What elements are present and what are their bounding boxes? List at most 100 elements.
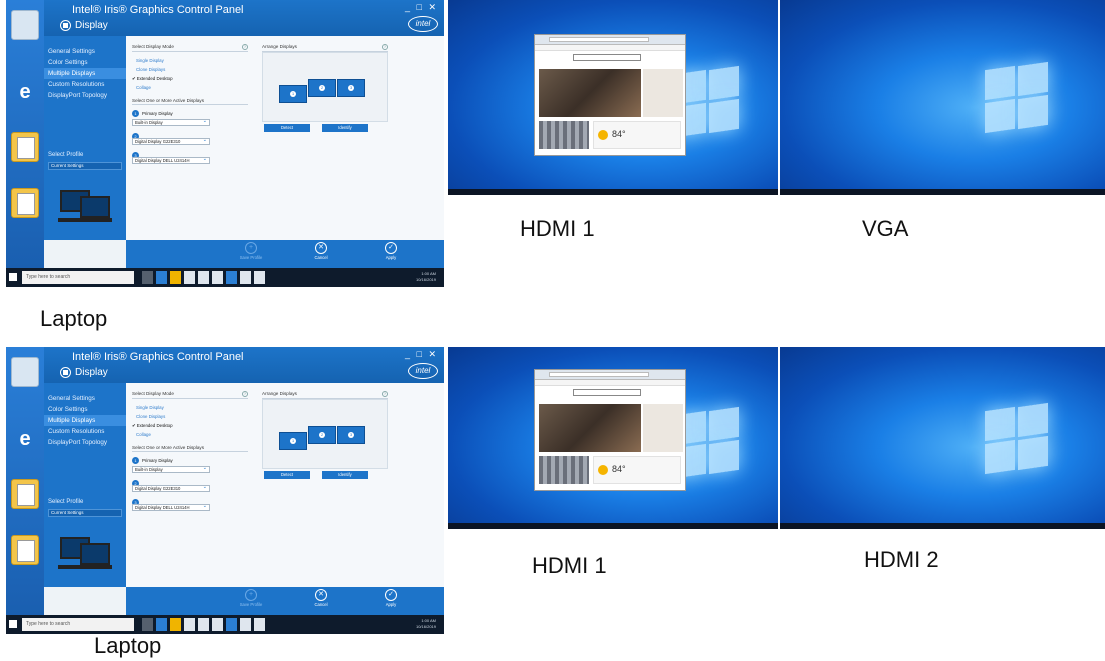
news-thumbnail[interactable]	[539, 456, 589, 484]
sidebar-item-custom-resolutions[interactable]: Custom Resolutions	[44, 426, 126, 437]
mode-clone-displays[interactable]: Clone Displays	[132, 412, 248, 421]
app-icon[interactable]	[240, 618, 251, 631]
arrange-displays-panel: Arrange Displays? 1 2 3 Detect Identify	[262, 391, 388, 501]
edge-taskbar-icon[interactable]	[156, 271, 167, 284]
save-profile-button[interactable]: + Save Profile	[236, 242, 266, 260]
weather-widget[interactable]: 84°	[593, 121, 681, 149]
display-tile-1[interactable]: 1	[279, 85, 307, 103]
sidebar-item-general-settings[interactable]: General Settings	[44, 393, 126, 404]
mode-collage[interactable]: Collage	[132, 83, 248, 92]
mode-collage[interactable]: Collage	[132, 430, 248, 439]
app-icon[interactable]	[240, 271, 251, 284]
mail-icon[interactable]	[198, 271, 209, 284]
file-explorer-icon[interactable]	[170, 618, 181, 631]
save-profile-button[interactable]: + Save Profile	[236, 589, 266, 607]
help-icon[interactable]: ?	[242, 391, 248, 397]
sidebar-item-color-settings[interactable]: Color Settings	[44, 404, 126, 415]
sidebar-item-color-settings[interactable]: Color Settings	[44, 57, 126, 68]
folder-icon[interactable]	[11, 535, 39, 565]
detect-button[interactable]: Detect	[264, 471, 310, 479]
search-box[interactable]	[573, 54, 641, 61]
app-icon[interactable]	[254, 271, 265, 284]
identify-button[interactable]: Identify	[322, 124, 368, 132]
sidebar-item-multiple-displays[interactable]: Multiple Displays	[44, 68, 126, 79]
mode-single-display[interactable]: Single Display	[132, 56, 248, 65]
display-select-3[interactable]: Digital Display DELL U2414H	[132, 157, 210, 164]
edge-browser-icon[interactable]: e	[11, 425, 39, 455]
sidebar-item-general-settings[interactable]: General Settings	[44, 46, 126, 57]
recycle-bin-icon[interactable]	[11, 10, 39, 40]
display-tile-2[interactable]: 2	[308, 426, 336, 444]
cancel-button[interactable]: ✕ Cancel	[306, 242, 336, 260]
sidebar-item-custom-resolutions[interactable]: Custom Resolutions	[44, 79, 126, 90]
news-thumbnail[interactable]	[539, 121, 589, 149]
weather-widget[interactable]: 84°	[593, 456, 681, 484]
display-select-1[interactable]: Built-in Display	[132, 466, 210, 473]
cancel-button[interactable]: ✕ Cancel	[306, 589, 336, 607]
identify-button[interactable]: Identify	[322, 471, 368, 479]
display-tile-2[interactable]: 2	[308, 79, 336, 97]
mode-extended-desktop[interactable]: Extended Desktop	[132, 421, 248, 430]
sidebar-item-displayport-topology[interactable]: DisplayPort Topology	[44, 90, 126, 101]
profile-dropdown[interactable]: Current Settings	[48, 509, 122, 517]
mail-icon[interactable]	[198, 618, 209, 631]
mode-extended-desktop[interactable]: Extended Desktop	[132, 74, 248, 83]
recycle-bin-icon[interactable]	[11, 357, 39, 387]
window-controls[interactable]: _ □ ✕	[405, 349, 438, 360]
home-icon[interactable]	[60, 367, 71, 378]
display-select-1[interactable]: Built-in Display	[132, 119, 210, 126]
home-icon[interactable]	[60, 20, 71, 31]
profile-dropdown[interactable]: Current Settings	[48, 162, 122, 170]
settings-icon[interactable]	[212, 618, 223, 631]
help-icon[interactable]: ?	[382, 44, 388, 50]
news-image[interactable]	[539, 69, 641, 117]
browser-window[interactable]: 84°	[534, 369, 686, 491]
arrange-displays-title: Arrange Displays	[262, 44, 297, 49]
store-icon[interactable]	[184, 618, 195, 631]
help-icon[interactable]: ?	[242, 44, 248, 50]
mode-clone-displays[interactable]: Clone Displays	[132, 65, 248, 74]
sidebar-item-displayport-topology[interactable]: DisplayPort Topology	[44, 437, 126, 448]
document-icon[interactable]	[11, 132, 39, 162]
help-icon[interactable]: ?	[382, 391, 388, 397]
display-select-3[interactable]: Digital Display DELL U2414H	[132, 504, 210, 511]
app-icon[interactable]	[226, 271, 237, 284]
sidebar-item-multiple-displays[interactable]: Multiple Displays	[44, 415, 126, 426]
address-bar[interactable]	[549, 37, 649, 42]
browser-window[interactable]: 84°	[534, 34, 686, 156]
app-icon[interactable]	[226, 618, 237, 631]
search-box[interactable]	[573, 389, 641, 396]
system-tray[interactable]: 1:00 AM 10/16/2019	[416, 271, 436, 283]
windows-start-icon[interactable]	[9, 273, 17, 281]
settings-icon[interactable]	[212, 271, 223, 284]
store-icon[interactable]	[184, 271, 195, 284]
mode-single-display[interactable]: Single Display	[132, 403, 248, 412]
section-breadcrumb[interactable]: Display	[60, 367, 108, 378]
detect-button[interactable]: Detect	[264, 124, 310, 132]
address-bar[interactable]	[549, 372, 649, 377]
taskbar-search[interactable]: Type here to search	[22, 618, 134, 631]
edge-browser-icon[interactable]: e	[11, 78, 39, 108]
display-tile-3[interactable]: 3	[337, 426, 365, 444]
display-mode-panel: Select Display Mode? Single Display Clon…	[132, 391, 248, 581]
system-tray[interactable]: 1:00 AM 10/16/2019	[416, 618, 436, 630]
edge-taskbar-icon[interactable]	[156, 618, 167, 631]
display-select-2[interactable]: Digital Display G22E310	[132, 138, 210, 145]
news-image[interactable]	[539, 404, 641, 452]
apply-button[interactable]: ✓ Apply	[376, 242, 406, 260]
windows-start-icon[interactable]	[9, 620, 17, 628]
apply-button[interactable]: ✓ Apply	[376, 589, 406, 607]
display-tile-1[interactable]: 1	[279, 432, 307, 450]
app-icon[interactable]	[254, 618, 265, 631]
monitor-1-screen: 84°	[448, 347, 778, 529]
taskbar-search[interactable]: Type here to search	[22, 271, 134, 284]
file-explorer-icon[interactable]	[170, 271, 181, 284]
display-select-2[interactable]: Digital Display G22E310	[132, 485, 210, 492]
window-controls[interactable]: _ □ ✕	[405, 2, 438, 13]
document-icon[interactable]	[11, 479, 39, 509]
task-view-icon[interactable]	[142, 271, 153, 284]
folder-icon[interactable]	[11, 188, 39, 218]
section-breadcrumb[interactable]: Display	[60, 20, 108, 31]
task-view-icon[interactable]	[142, 618, 153, 631]
display-tile-3[interactable]: 3	[337, 79, 365, 97]
